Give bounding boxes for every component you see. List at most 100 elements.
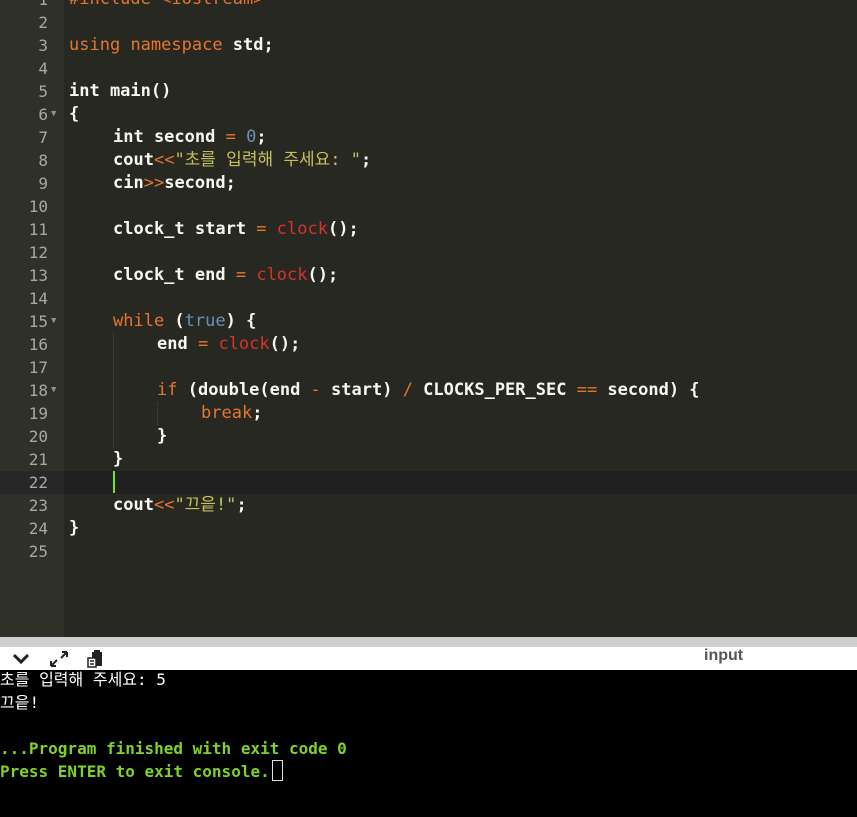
line-number: 1 <box>0 0 48 11</box>
keyword: while <box>113 311 165 331</box>
operator: << <box>153 150 175 170</box>
code-text: cout <box>113 495 154 515</box>
function-call: clock <box>256 265 308 285</box>
line-number: 17 <box>28 358 48 377</box>
line-number: 9 <box>38 174 48 193</box>
console-cursor <box>271 760 283 781</box>
line-number: 5 <box>38 82 48 101</box>
string-literal: "초를 입력해 주세요: " <box>174 150 361 170</box>
code-line-1: #include <iostream> <box>69 0 263 11</box>
boolean-literal: true <box>184 311 226 331</box>
line-number: 12 <box>28 243 48 262</box>
operator: << <box>153 495 175 515</box>
operator: = <box>235 265 247 285</box>
code-text: ; <box>360 150 372 170</box>
line-number: 21 <box>28 450 48 469</box>
exit-status-line: ...Program finished with exit code 0 <box>0 739 347 758</box>
code-line-5: int main() <box>69 81 172 101</box>
press-enter-line: Press ENTER to exit console. <box>0 760 283 783</box>
code-line-9: cin>>second; <box>113 172 236 195</box>
fold-arrow-icon[interactable]: ▼ <box>51 103 59 126</box>
line-number: 2 <box>38 13 48 32</box>
code-line-6: { <box>69 104 80 124</box>
code-line-13: clock_t end = clock(); <box>113 264 338 287</box>
code-text: cin <box>113 173 144 193</box>
code-line-3: using namespace std; <box>69 34 274 57</box>
input-tab[interactable]: input <box>704 647 743 664</box>
code-line-16: end = clock(); <box>157 333 300 356</box>
line-number: 19 <box>28 404 48 423</box>
code-line-7: int second = 0; <box>113 126 267 149</box>
line-number: 10 <box>28 197 48 216</box>
line-number: 15 <box>28 312 48 331</box>
keyword: using <box>69 35 121 55</box>
code-editor[interactable]: 1234567891011121314151617181920212223242… <box>0 0 857 637</box>
chevron-down-icon[interactable] <box>10 647 32 670</box>
operator: == <box>576 380 598 400</box>
fold-arrow-icon[interactable]: ▼ <box>51 379 59 402</box>
code-line-18: if (double(end - start) / CLOCKS_PER_SEC… <box>157 379 700 402</box>
code-line-8: cout<<"초를 입력해 주세요: "; <box>113 149 371 172</box>
number-literal: 0 <box>246 127 257 147</box>
indent-guide <box>157 402 158 425</box>
line-number: 7 <box>38 128 48 147</box>
code-text: ; <box>236 495 247 515</box>
code-text: second; <box>164 173 236 193</box>
line-number: 22 <box>28 473 48 492</box>
operator: / <box>402 380 413 400</box>
operator: - <box>310 380 321 400</box>
code-text: ; <box>252 403 263 423</box>
code-text: (double(end <box>177 380 311 400</box>
clipboard-icon[interactable] <box>86 647 106 670</box>
fold-arrow-icon[interactable]: ▼ <box>51 310 59 333</box>
operator: >> <box>143 173 165 193</box>
code-text: (); <box>307 265 339 285</box>
keyword: if <box>157 380 178 400</box>
code-text: std; <box>222 35 274 55</box>
press-enter-text: Press ENTER to exit console. <box>0 762 270 781</box>
console-output-line: 초를 입력해 주세요: 5 <box>0 670 166 689</box>
expand-icon[interactable] <box>48 647 70 670</box>
line-number: 16 <box>28 335 48 354</box>
line-number: 8 <box>38 151 48 170</box>
text-cursor <box>113 471 115 493</box>
code-line-24: } <box>69 518 80 538</box>
keyword: namespace <box>130 35 223 55</box>
code-text: CLOCKS_PER_SEC <box>412 380 577 400</box>
code-text: ; <box>256 127 267 147</box>
code-text: (); <box>327 219 359 239</box>
function-call: clock <box>276 219 328 239</box>
console-output-line: 끄읕! <box>0 693 40 712</box>
line-number: 6 <box>38 105 48 124</box>
operator: = <box>225 127 236 147</box>
code-text: cout <box>113 150 154 170</box>
panel-resize-divider[interactable] <box>0 637 857 647</box>
string-literal: "끄읕!" <box>174 495 237 515</box>
code-text: second) { <box>597 380 700 400</box>
code-line-21: } <box>113 449 124 469</box>
indent-guide <box>113 333 114 448</box>
line-number: 20 <box>28 427 48 446</box>
code-text: clock_t start <box>113 219 257 239</box>
code-line-11: clock_t start = clock(); <box>113 218 359 241</box>
output-console[interactable]: 초를 입력해 주세요: 5 끄읕! ...Program finished wi… <box>0 670 857 817</box>
code-line-23: cout<<"끄읕!"; <box>113 494 247 517</box>
line-number: 14 <box>28 289 48 308</box>
line-number: 3 <box>38 36 48 55</box>
code-text: (); <box>269 334 301 354</box>
line-number: 25 <box>28 542 48 561</box>
code-line-19: break; <box>201 402 262 425</box>
line-number: 18 <box>28 381 48 400</box>
function-call: clock <box>218 334 270 354</box>
code-text: clock_t end <box>113 265 236 285</box>
line-number: 11 <box>28 220 48 239</box>
active-line-highlight <box>64 471 857 494</box>
line-number: 23 <box>28 496 48 515</box>
line-number: 13 <box>28 266 48 285</box>
preprocessor-directive: #include <iostream> <box>69 0 263 9</box>
code-text: int second <box>113 127 226 147</box>
code-line-20: } <box>157 426 168 446</box>
code-text: ( <box>164 311 185 331</box>
code-text: start) <box>320 380 403 400</box>
line-number: 24 <box>28 519 48 538</box>
